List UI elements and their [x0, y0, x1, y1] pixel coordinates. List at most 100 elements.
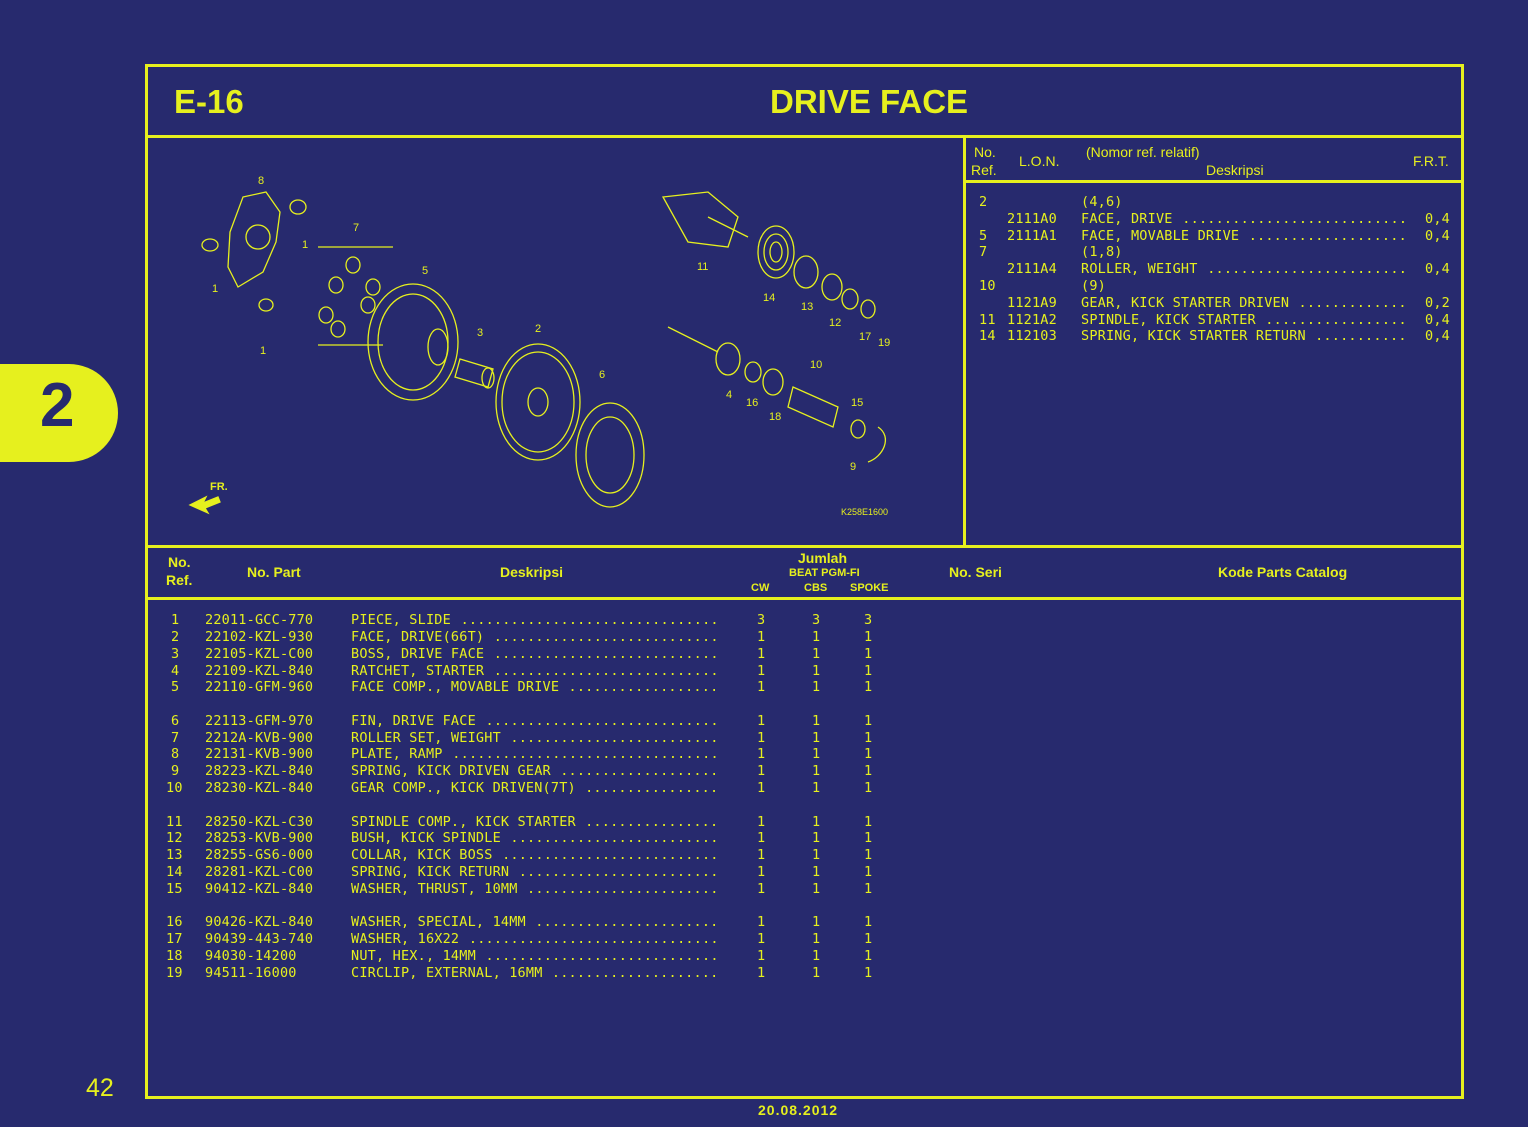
callout: 17 — [859, 331, 872, 343]
leader-dots: ................................ — [452, 746, 719, 763]
lon-frt-cell: 0,4 — [1425, 261, 1450, 278]
part-qty-cw-cell: 1 — [757, 712, 766, 729]
divider — [148, 597, 1461, 600]
leader-dots: .......................... — [502, 847, 719, 864]
lon-desc-cell: FACE, DRIVE — [1081, 210, 1173, 227]
part-qty-spoke-cell: 1 — [864, 914, 873, 931]
part-ref-cell: 15 — [166, 880, 183, 897]
part-number-cell: 28250-KZL-C30 — [205, 813, 314, 830]
part-ref-cell: 16 — [166, 914, 183, 931]
part-qty-spoke-cell: 1 — [864, 847, 873, 864]
part-qty-cbs-cell: 3 — [812, 612, 821, 628]
part-qty-spoke-cell: 1 — [864, 780, 873, 797]
part-ref-cell: 11 — [166, 813, 183, 830]
part-ref-cell: 2 — [171, 628, 180, 645]
part-qty-cbs-cell: 1 — [812, 729, 821, 746]
part-qty-cw-cell: 1 — [757, 864, 766, 881]
part-qty-cw-cell: 1 — [757, 763, 766, 780]
parts-header-cbs: CBS — [804, 582, 828, 594]
lon-code-cell: 1121A9 — [1007, 294, 1057, 311]
lon-frt-cell: 0,4 — [1425, 328, 1450, 345]
part-number-cell: 90439-443-740 — [205, 931, 314, 948]
section-tab-number: 2 — [40, 371, 75, 440]
part-qty-cw-cell: 1 — [757, 645, 766, 662]
callout: 1 — [260, 345, 267, 357]
callout: 7 — [353, 222, 360, 234]
callout: 9 — [850, 461, 857, 473]
part-qty-cw-cell: 1 — [757, 847, 766, 864]
lon-ref-cell: 14 — [979, 328, 996, 345]
part-qty-cbs-cell: 1 — [812, 645, 821, 662]
part-desc-cell: SPRING, KICK DRIVEN GEAR — [351, 763, 551, 780]
parts-header-cw: CW — [751, 582, 770, 594]
part-qty-cbs-cell: 1 — [812, 864, 821, 881]
part-qty-spoke-cell: 1 — [864, 679, 873, 696]
parts-header-part: No. Part — [247, 564, 301, 580]
leader-dots: ....................... — [527, 880, 719, 897]
part-qty-spoke-cell: 1 — [864, 628, 873, 645]
lon-code-cell: 2111A4 — [1007, 261, 1057, 278]
lon-ref-cell: 2 — [979, 194, 988, 210]
part-number-cell: 2212A-KVB-900 — [205, 729, 314, 746]
part-desc-cell: WASHER, 16X22 — [351, 931, 460, 948]
leader-dots: .................... — [551, 964, 719, 981]
part-desc-cell: BUSH, KICK SPINDLE — [351, 830, 501, 847]
part-qty-cbs-cell: 1 — [812, 830, 821, 847]
part-number-cell: 94030-14200 — [205, 947, 297, 964]
part-qty-spoke-cell: 1 — [864, 964, 873, 981]
callout: 5 — [422, 265, 429, 277]
lon-desc-cell: GEAR, KICK STARTER DRIVEN — [1081, 294, 1290, 311]
part-qty-cbs-cell: 1 — [812, 763, 821, 780]
part-ref-cell: 1 — [171, 612, 180, 628]
leader-dots: ........................ — [1207, 261, 1408, 278]
part-desc-cell: COLLAR, KICK BOSS — [351, 847, 493, 864]
lon-ref-cell: 5 — [979, 227, 988, 244]
lon-desc-cell: (4,6) — [1081, 194, 1123, 210]
lon-header-desc: Deskripsi — [1206, 162, 1264, 178]
part-desc-cell: PIECE, SLIDE — [351, 612, 451, 628]
part-qty-cw-cell: 1 — [757, 662, 766, 679]
leader-dots: ................ — [585, 780, 719, 797]
callout: 1 — [302, 239, 309, 251]
parts-header-desc: Deskripsi — [500, 564, 564, 580]
part-qty-cbs-cell: 1 — [812, 662, 821, 679]
part-qty-cbs-cell: 1 — [812, 847, 821, 864]
callout: 14 — [763, 292, 776, 304]
leader-dots: ........................... — [1182, 210, 1408, 227]
part-qty-spoke-cell: 1 — [864, 947, 873, 964]
lon-desc-cell: ROLLER, WEIGHT — [1081, 261, 1198, 278]
callout: 10 — [810, 359, 823, 371]
leader-dots: .................. — [568, 679, 719, 696]
part-qty-cw-cell: 1 — [757, 964, 766, 981]
part-desc-cell: BOSS, DRIVE FACE — [351, 645, 485, 662]
callout: 2 — [535, 323, 542, 335]
part-qty-spoke-cell: 1 — [864, 645, 873, 662]
leader-dots: ........................... — [493, 662, 719, 679]
callout: 12 — [829, 317, 842, 329]
part-qty-cw-cell: 1 — [757, 931, 766, 948]
part-qty-cw-cell: 1 — [757, 628, 766, 645]
part-qty-cw-cell: 1 — [757, 729, 766, 746]
lon-code-cell: 1121A2 — [1007, 311, 1057, 328]
part-number-cell: 22011-GCC-770 — [205, 612, 314, 628]
callout: 11 — [697, 261, 709, 273]
part-qty-spoke-cell: 1 — [864, 880, 873, 897]
part-number-cell: 22102-KZL-930 — [205, 628, 314, 645]
part-ref-cell: 18 — [166, 947, 183, 964]
part-qty-cw-cell: 1 — [757, 746, 766, 763]
part-desc-cell: PLATE, RAMP — [351, 746, 443, 763]
part-desc-cell: NUT, HEX., 14MM — [351, 947, 476, 964]
part-number-cell: 22109-KZL-840 — [205, 662, 314, 679]
part-ref-cell: 9 — [171, 763, 180, 780]
part-number-cell: 22113-GFM-970 — [205, 712, 314, 729]
lon-desc-cell: (1,8) — [1081, 244, 1123, 261]
lon-code-cell: 2111A0 — [1007, 210, 1057, 227]
lon-desc-cell: SPRING, KICK STARTER RETURN — [1081, 328, 1306, 345]
leader-dots: ........... — [1315, 328, 1407, 345]
part-ref-cell: 13 — [166, 847, 183, 864]
part-qty-cw-cell: 1 — [757, 880, 766, 897]
part-ref-cell: 12 — [166, 830, 183, 847]
lon-header-nomor: (Nomor ref. relatif) — [1086, 144, 1200, 160]
lon-ref-cell: 7 — [979, 244, 988, 261]
part-qty-spoke-cell: 1 — [864, 729, 873, 746]
